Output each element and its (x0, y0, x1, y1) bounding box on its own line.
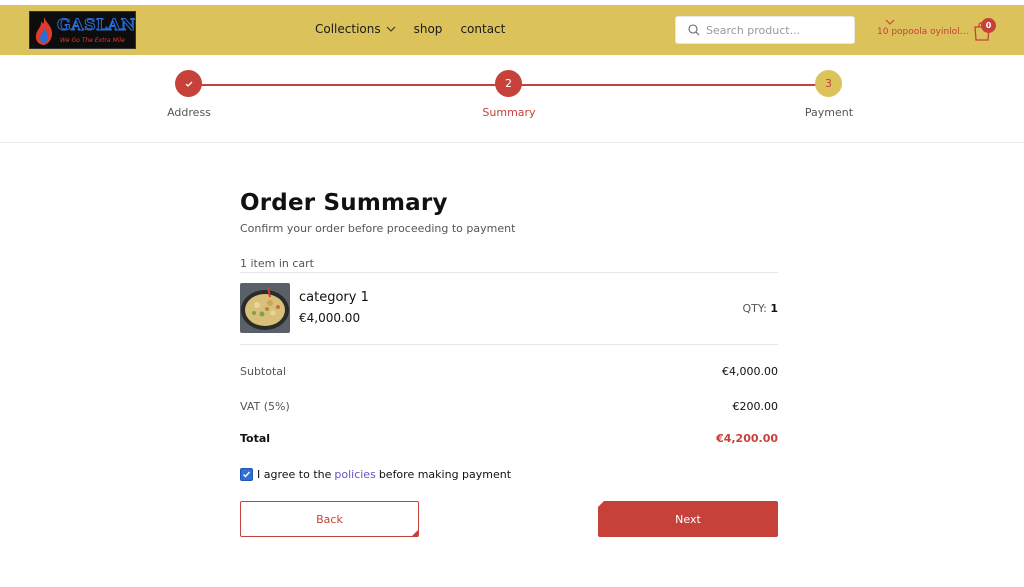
checkout-stepper: Address 2 Summary 3 Payment (0, 55, 1024, 143)
policy-agreement: I agree to the policies before making pa… (240, 468, 511, 481)
nav-contact-label: contact (460, 22, 506, 36)
flame-icon (35, 17, 53, 45)
product-name: category 1 (299, 290, 369, 305)
vat-label: VAT (5%) (240, 400, 290, 413)
vat-row: VAT (5%) €200.00 (240, 400, 778, 413)
step-payment-label: Payment (804, 106, 854, 119)
delivery-location[interactable]: 10 popoola oyinlola street (877, 19, 969, 37)
agree-suffix: before making payment (378, 468, 512, 481)
qty-value: 1 (770, 302, 778, 315)
product-quantity: QTY: 1 (743, 302, 779, 315)
step-address-label: Address (167, 106, 211, 119)
qty-label: QTY: (742, 302, 767, 315)
corner-accent (412, 530, 418, 536)
product-price: €4,000.00 (299, 311, 361, 325)
step-connector-pending (508, 84, 828, 86)
product-thumbnail (240, 283, 290, 333)
policies-link[interactable]: policies (334, 468, 375, 481)
logo-tagline: We Go The Extra Mile (60, 37, 125, 44)
nav-contact[interactable]: contact (460, 22, 505, 36)
page-subtitle: Confirm your order before proceeding to … (240, 222, 516, 235)
cart-count-badge: 0 (981, 18, 996, 33)
nav-collections-label: Collections (315, 22, 381, 36)
back-button[interactable]: Back (240, 501, 419, 537)
nav-shop[interactable]: shop (414, 22, 443, 36)
step-address-circle[interactable] (175, 70, 202, 97)
location-label: 10 popoola oyinlola street (877, 27, 969, 37)
nav-shop-label: shop (413, 22, 443, 36)
divider (240, 344, 778, 345)
checkmark-icon (185, 81, 192, 87)
total-label: Total (240, 432, 271, 445)
step-summary-label: Summary (482, 106, 536, 119)
logo-text: GASLAND (56, 15, 136, 35)
subtotal-value: €4,000.00 (722, 365, 778, 378)
next-button-label: Next (675, 512, 701, 526)
product-image (240, 283, 290, 333)
back-button-label: Back (316, 512, 343, 526)
page-title: Order Summary (240, 190, 448, 216)
chevron-down-icon (885, 19, 895, 25)
gasland-logo[interactable]: GASLAND We Go The Extra Mile (29, 11, 136, 49)
order-summary-panel: Order Summary Confirm your order before … (240, 190, 778, 537)
total-row: Total €4,200.00 (240, 432, 778, 445)
agree-prefix: I agree to the (257, 468, 332, 481)
search-icon (688, 24, 700, 36)
checkmark-icon (243, 471, 251, 478)
divider (240, 272, 778, 273)
total-value: €4,200.00 (716, 432, 778, 445)
step-connector-done (189, 84, 508, 86)
nav-collections[interactable]: Collections (315, 22, 396, 36)
corner-accent (598, 501, 604, 507)
top-navbar: GASLAND We Go The Extra Mile Collections… (0, 5, 1024, 55)
vat-value: €200.00 (732, 400, 779, 413)
step-payment-circle[interactable]: 3 (815, 70, 842, 97)
subtotal-row: Subtotal €4,000.00 (240, 365, 778, 378)
chevron-down-icon (386, 26, 395, 32)
step-summary-circle[interactable]: 2 (495, 70, 522, 97)
agree-checkbox[interactable] (240, 468, 253, 481)
next-button[interactable]: Next (598, 501, 778, 537)
search-box[interactable] (675, 16, 855, 44)
main-nav: Collections shop contact (315, 22, 523, 36)
search-input[interactable] (706, 23, 846, 37)
subtotal-label: Subtotal (240, 365, 287, 378)
cart-item-count: 1 item in cart (240, 257, 314, 270)
